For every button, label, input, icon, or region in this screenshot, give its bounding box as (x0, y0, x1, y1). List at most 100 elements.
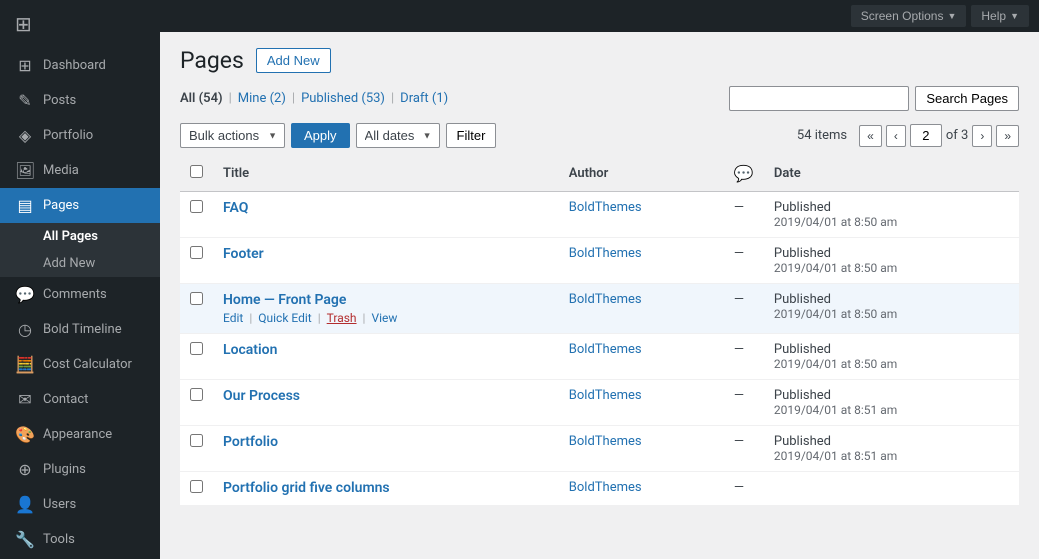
row-actions: Edit | Quick Edit | Trash | View (223, 311, 549, 325)
row-checkbox[interactable] (190, 434, 203, 447)
author-link[interactable]: BoldThemes (569, 200, 642, 215)
screen-options-button[interactable]: Screen Options ▼ (851, 5, 967, 27)
search-pages-button[interactable]: Search Pages (915, 86, 1019, 111)
wordpress-icon: ⊞ (15, 12, 32, 36)
date-filter-wrap: All dates (356, 123, 440, 148)
sidebar-item-posts[interactable]: ✎ Posts (0, 83, 160, 118)
author-link[interactable]: BoldThemes (569, 388, 642, 403)
page-date: 2019/04/01 at 8:50 am (774, 261, 1009, 275)
bulk-actions-select[interactable]: Bulk actions (180, 123, 285, 148)
author-link[interactable]: BoldThemes (569, 342, 642, 357)
row-checkbox[interactable] (190, 342, 203, 355)
sidebar-item-tools[interactable]: 🔧 Tools (0, 522, 160, 557)
filter-mine[interactable]: Mine (2) (238, 91, 286, 106)
author-link[interactable]: BoldThemes (569, 480, 642, 495)
help-button[interactable]: Help ▼ (971, 5, 1029, 27)
author-link[interactable]: BoldThemes (569, 246, 642, 261)
next-page-button[interactable]: › (972, 125, 992, 147)
page-status: Published (774, 292, 1009, 307)
pagination: 54 items « ‹ of 3 › » (797, 124, 1019, 147)
sidebar-item-label: Portfolio (43, 128, 93, 143)
select-all-checkbox[interactable] (190, 165, 203, 178)
page-date: 2019/04/01 at 8:51 am (774, 449, 1009, 463)
comment-count: — (724, 284, 764, 334)
help-chevron-icon: ▼ (1010, 11, 1019, 21)
table-row: FAQBoldThemes—Published2019/04/01 at 8:5… (180, 192, 1019, 238)
comment-count: — (724, 426, 764, 472)
main-content: Screen Options ▼ Help ▼ Pages Add New Al… (160, 0, 1039, 559)
row-checkbox[interactable] (190, 388, 203, 401)
sidebar-item-appearance[interactable]: 🎨 Appearance (0, 417, 160, 452)
pages-submenu: All Pages Add New (0, 223, 160, 277)
sidebar-item-contact[interactable]: ✉ Contact (0, 382, 160, 417)
table-row: Portfolio grid five columnsBoldThemes— (180, 472, 1019, 506)
page-status: Published (774, 388, 1009, 403)
filter-draft[interactable]: Draft (1) (400, 91, 448, 106)
wp-logo: ⊞ (0, 0, 160, 48)
date-filter-select[interactable]: All dates (356, 123, 440, 148)
page-date: 2019/04/01 at 8:51 am (774, 403, 1009, 417)
users-icon: 👤 (15, 495, 35, 514)
action-separator: | (363, 311, 366, 325)
sidebar-item-comments[interactable]: 💬 Comments (0, 277, 160, 312)
quick-edit-link[interactable]: Quick Edit (258, 311, 311, 325)
prev-page-button[interactable]: ‹ (886, 125, 906, 147)
sidebar-item-plugins[interactable]: ⊕ Plugins (0, 452, 160, 487)
select-all-header (180, 156, 213, 192)
filter-all[interactable]: All (54) (180, 91, 223, 106)
pages-table: Title Author 💬 Date FAQBoldThemes—Publis… (180, 156, 1019, 506)
page-header: Pages Add New (180, 47, 1019, 74)
filter-button[interactable]: Filter (446, 123, 497, 148)
title-header[interactable]: Title (213, 156, 559, 192)
sidebar-item-label: Bold Timeline (43, 322, 122, 337)
sidebar-item-pages[interactable]: ▤ Pages (0, 188, 160, 223)
sidebar-item-bold-timeline[interactable]: ◷ Bold Timeline (0, 312, 160, 347)
submenu-add-new[interactable]: Add New (0, 250, 160, 277)
sidebar-item-media[interactable]: 🖼 Media (0, 153, 160, 188)
view-link[interactable]: View (371, 311, 397, 325)
page-number-input[interactable] (910, 124, 942, 147)
sidebar-item-dashboard[interactable]: ⊞ Dashboard (0, 48, 160, 83)
page-status: Published (774, 434, 1009, 449)
author-link[interactable]: BoldThemes (569, 292, 642, 307)
sidebar-item-users[interactable]: 👤 Users (0, 487, 160, 522)
author-link[interactable]: BoldThemes (569, 434, 642, 449)
row-checkbox[interactable] (190, 480, 203, 493)
edit-link[interactable]: Edit (223, 311, 243, 325)
page-title-link[interactable]: Portfolio grid five columns (223, 480, 390, 496)
trash-link[interactable]: Trash (327, 311, 357, 325)
content-area: Pages Add New All (54) | Mine (2) | Publ… (160, 32, 1039, 559)
items-count: 54 items (797, 128, 847, 143)
row-checkbox[interactable] (190, 200, 203, 213)
page-title-link[interactable]: Location (223, 342, 277, 358)
cost-calc-icon: 🧮 (15, 355, 35, 374)
last-page-button[interactable]: » (996, 125, 1019, 147)
submenu-all-pages[interactable]: All Pages (0, 223, 160, 250)
pages-icon: ▤ (15, 196, 35, 215)
row-checkbox[interactable] (190, 292, 203, 305)
page-date (764, 472, 1019, 506)
page-title-link[interactable]: Home — Front Page (223, 292, 346, 308)
comment-count: — (724, 380, 764, 426)
plugins-icon: ⊕ (15, 460, 35, 479)
date-header[interactable]: Date (764, 156, 1019, 192)
action-separator: | (249, 311, 252, 325)
page-title-link[interactable]: Portfolio (223, 434, 278, 450)
apply-button[interactable]: Apply (291, 123, 350, 148)
author-header: Author (559, 156, 724, 192)
row-checkbox[interactable] (190, 246, 203, 259)
comment-count: — (724, 334, 764, 380)
first-page-button[interactable]: « (859, 125, 882, 147)
page-title-link[interactable]: Our Process (223, 388, 300, 404)
page-title-link[interactable]: Footer (223, 246, 264, 262)
filter-published[interactable]: Published (53) (301, 91, 385, 106)
add-new-button[interactable]: Add New (256, 48, 331, 73)
sidebar-item-cost-calculator[interactable]: 🧮 Cost Calculator (0, 347, 160, 382)
sidebar-item-portfolio[interactable]: ◈ Portfolio (0, 118, 160, 153)
sidebar: ⊞ ⊞ Dashboard ✎ Posts ◈ Portfolio 🖼 Medi… (0, 0, 160, 559)
search-input[interactable] (729, 86, 909, 111)
page-title-link[interactable]: FAQ (223, 200, 248, 216)
page-status: Published (774, 200, 1009, 215)
sidebar-item-label: Dashboard (43, 58, 106, 73)
action-separator: | (318, 311, 321, 325)
